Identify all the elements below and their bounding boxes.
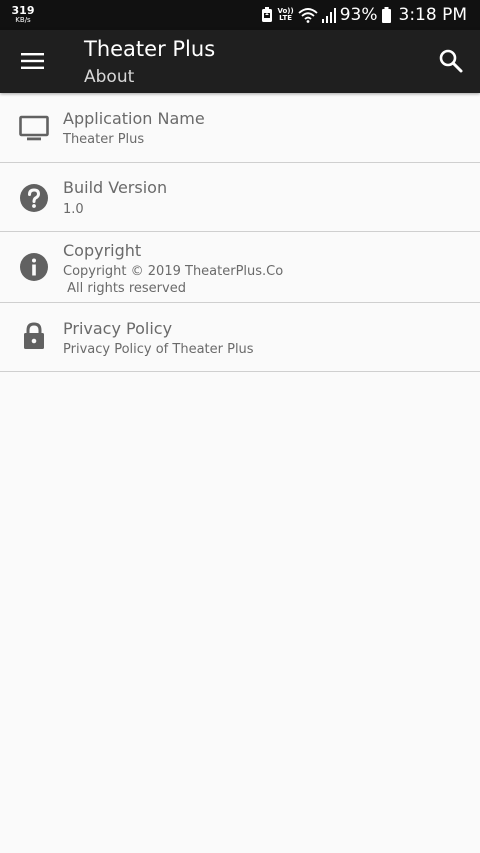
volte-lte-badge: Vo)) LTE xyxy=(277,8,293,22)
item-title: Privacy Policy xyxy=(63,319,173,338)
lock-icon xyxy=(24,322,44,349)
status-icons: Vo)) LTE 93% 3:18 PM xyxy=(257,0,467,30)
list-item-application-name[interactable]: Application Name Theater Plus xyxy=(0,93,480,163)
page-subtitle: About xyxy=(84,67,135,87)
list-item-copyright[interactable]: Copyright Copyright © 2019 TheaterPlus.C… xyxy=(0,232,480,303)
item-subtitle: Theater Plus xyxy=(63,132,145,147)
battery-saver-icon xyxy=(262,7,273,22)
item-title: Build Version xyxy=(63,178,168,197)
battery-icon xyxy=(381,7,391,23)
tv-monitor-icon xyxy=(19,115,49,141)
search-button[interactable] xyxy=(438,48,464,74)
item-subtitle: 1.0 xyxy=(63,202,84,217)
item-subtitle: Privacy Policy of Theater Plus xyxy=(63,342,254,357)
magnifier-search-icon xyxy=(439,49,463,73)
info-icon xyxy=(20,253,48,281)
wifi-icon xyxy=(298,8,318,23)
hamburger-menu-icon xyxy=(21,53,44,69)
lte-label: LTE xyxy=(279,14,292,22)
item-subtitle: Copyright © 2019 TheaterPlus.Co All righ… xyxy=(63,264,284,296)
network-speed-indicator: 319 KB/s xyxy=(10,5,36,24)
about-list: Application Name Theater Plus Build Vers… xyxy=(0,93,480,372)
network-speed-value: 319 xyxy=(11,4,35,17)
status-bar: 319 KB/s Vo)) LTE 93% 3:18 PM xyxy=(0,0,480,30)
battery-percentage: 93% xyxy=(339,5,378,25)
status-clock: 3:18 PM xyxy=(398,5,468,25)
app-bar: Theater Plus About xyxy=(0,30,480,93)
help-question-icon xyxy=(20,184,48,212)
list-item-privacy-policy[interactable]: Privacy Policy Privacy Policy of Theater… xyxy=(0,303,480,372)
item-title: Application Name xyxy=(63,109,205,128)
list-item-build-version[interactable]: Build Version 1.0 xyxy=(0,163,480,232)
navigation-menu-button[interactable] xyxy=(20,50,46,72)
network-speed-unit: KB/s xyxy=(15,16,31,24)
item-title: Copyright xyxy=(63,241,142,260)
app-title: Theater Plus xyxy=(84,37,216,61)
cell-signal-icon xyxy=(321,8,336,23)
about-screen: 319 KB/s Vo)) LTE 93% 3:18 PM Theater Pl… xyxy=(0,0,480,853)
